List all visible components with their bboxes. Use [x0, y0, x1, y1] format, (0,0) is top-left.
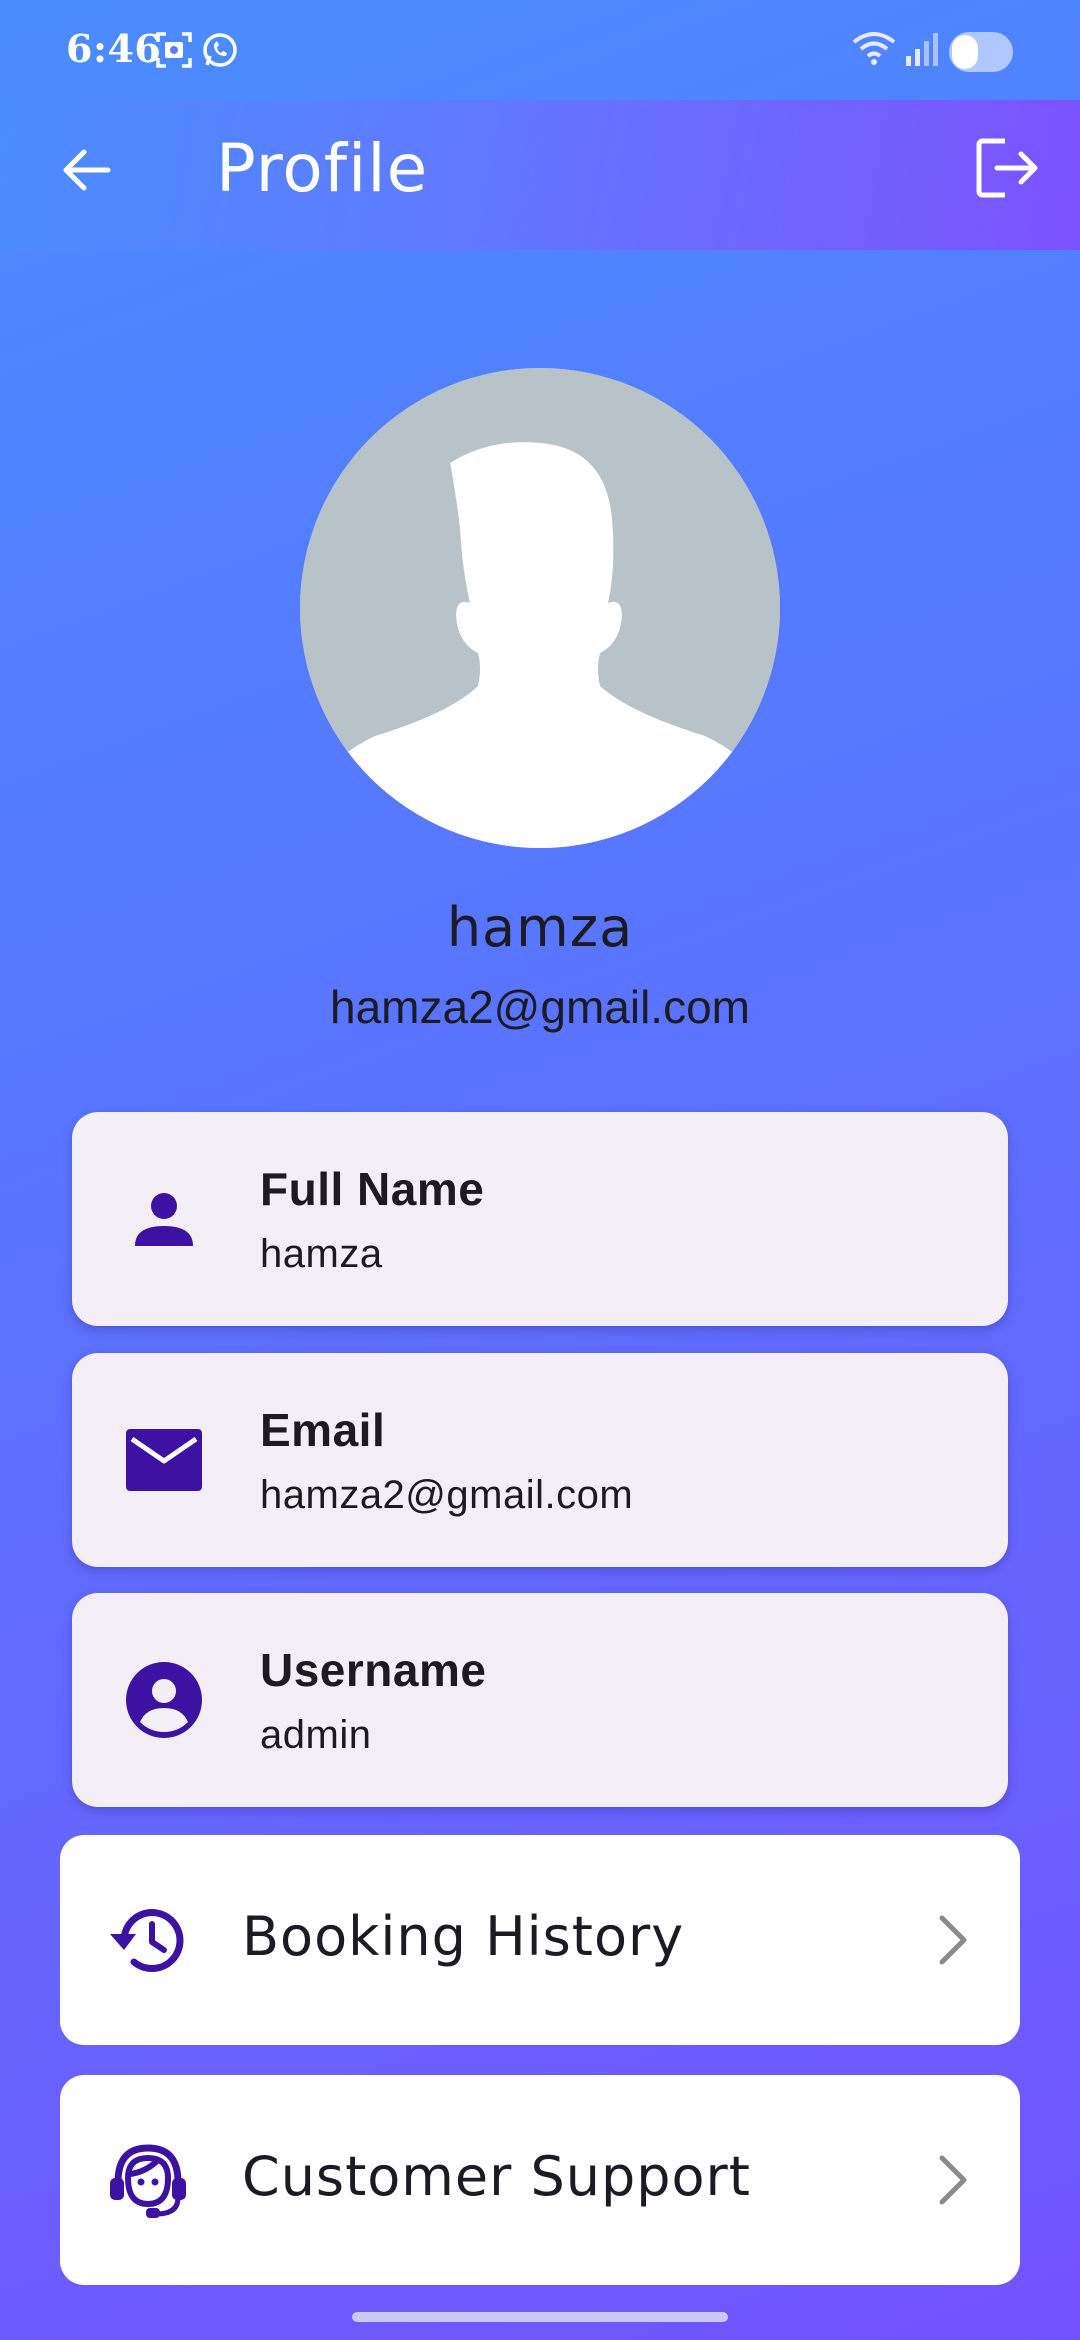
avatar — [300, 368, 780, 848]
page-title: Profile — [216, 130, 429, 207]
customer-support-label: Customer Support — [242, 2145, 751, 2208]
email-value: hamza2@gmail.com — [260, 1473, 634, 1517]
home-indicator[interactable] — [352, 2312, 728, 2322]
battery-toggle-icon — [948, 30, 1014, 74]
mail-icon — [124, 1420, 204, 1500]
profile-email: hamza2@gmail.com — [330, 981, 750, 1033]
wifi-icon — [852, 30, 896, 68]
booking-history-label: Booking History — [242, 1905, 685, 1968]
status-bar: 6:46 — [0, 0, 1080, 100]
full-name-value: hamza — [260, 1232, 383, 1276]
logout-button[interactable] — [968, 130, 1048, 210]
avatar-silhouette-icon — [300, 368, 780, 848]
back-button[interactable] — [50, 136, 122, 208]
history-icon — [104, 1896, 192, 1984]
chevron-right-icon — [922, 1910, 982, 1970]
profile-name: hamza — [446, 896, 634, 959]
app-bar: Profile — [0, 100, 1080, 250]
username-label: Username — [260, 1644, 487, 1696]
account-circle-icon — [124, 1660, 204, 1740]
screenshot-icon — [154, 30, 194, 70]
full-name-card: Full Name hamza — [72, 1112, 1008, 1326]
booking-history-button[interactable]: Booking History — [60, 1835, 1020, 2045]
username-value: admin — [260, 1713, 372, 1757]
person-icon — [124, 1179, 204, 1259]
support-agent-icon — [104, 2136, 192, 2224]
logout-icon — [975, 137, 1041, 204]
email-label: Email — [260, 1404, 386, 1456]
signal-icon — [904, 30, 940, 68]
whatsapp-icon — [200, 30, 240, 70]
username-card: Username admin — [72, 1593, 1008, 1807]
full-name-label: Full Name — [260, 1163, 485, 1215]
status-time: 6:46 — [66, 26, 162, 71]
email-card: Email hamza2@gmail.com — [72, 1353, 1008, 1567]
customer-support-button[interactable]: Customer Support — [60, 2075, 1020, 2285]
arrow-left-icon — [58, 142, 114, 203]
chevron-right-icon — [922, 2150, 982, 2210]
